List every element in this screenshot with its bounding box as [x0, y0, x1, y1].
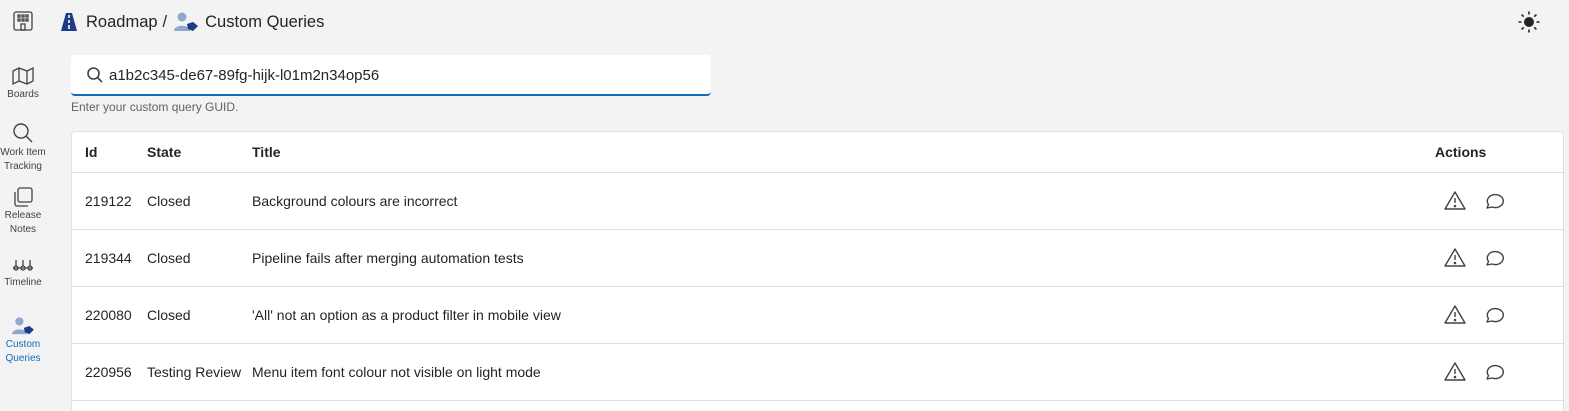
- row-title: Pipeline fails after merging automation …: [252, 250, 524, 266]
- comment-button[interactable]: [1483, 303, 1507, 327]
- row-state: Closed: [147, 193, 191, 209]
- report-issue-button[interactable]: [1443, 360, 1467, 384]
- sidebar-item-label: Boards: [7, 89, 39, 100]
- theme-toggle-button[interactable]: [1517, 10, 1541, 34]
- table-row[interactable]: 219122 Closed Background colours are inc…: [72, 173, 1563, 230]
- sidebar-item-label: Work Item Tracking: [0, 147, 46, 172]
- column-header-actions: Actions: [1435, 144, 1487, 160]
- warning-icon: [1444, 191, 1466, 210]
- table-row[interactable]: 220080 Closed 'All' not an option as a p…: [72, 287, 1563, 344]
- breadcrumb: Roadmap / Custom Queries: [58, 10, 324, 34]
- map-icon: [12, 66, 34, 86]
- comment-button[interactable]: [1483, 246, 1507, 270]
- custom-queries-icon: [12, 317, 34, 335]
- report-issue-button[interactable]: [1443, 246, 1467, 270]
- table-header-row: Id State Title Actions: [72, 132, 1563, 173]
- sidebar-item-timeline[interactable]: Timeline: [0, 258, 46, 290]
- app-building-icon[interactable]: [12, 10, 34, 32]
- row-id: 220080: [85, 307, 132, 323]
- table-row[interactable]: 219344 Closed Pipeline fails after mergi…: [72, 230, 1563, 287]
- breadcrumb-label: Roadmap: [86, 12, 158, 31]
- column-header-title[interactable]: Title: [252, 144, 281, 160]
- search-icon: [13, 123, 33, 143]
- report-issue-button[interactable]: [1443, 189, 1467, 213]
- column-header-state[interactable]: State: [147, 144, 181, 160]
- comment-icon: [1486, 193, 1504, 209]
- row-state: Closed: [147, 307, 191, 323]
- row-title: 'All' not an option as a product filter …: [252, 307, 561, 323]
- comment-button[interactable]: [1483, 189, 1507, 213]
- sidebar-item-boards[interactable]: Boards: [0, 66, 46, 102]
- sun-icon: [1518, 11, 1540, 33]
- column-header-id[interactable]: Id: [85, 144, 97, 160]
- table-row[interactable]: 220956 Testing Review Menu item font col…: [72, 344, 1563, 401]
- row-state: Testing Review: [147, 364, 242, 380]
- notes-icon: [14, 187, 33, 207]
- row-title: Menu item font colour not visible on lig…: [252, 364, 541, 380]
- warning-icon: [1444, 305, 1466, 324]
- row-id: 219344: [85, 250, 132, 266]
- sidebar-item-custom-queries[interactable]: Custom Queries: [0, 316, 46, 366]
- search-input[interactable]: [109, 63, 699, 87]
- report-issue-button[interactable]: [1443, 303, 1467, 327]
- comment-button[interactable]: [1483, 360, 1507, 384]
- timeline-icon: [13, 260, 33, 271]
- warning-icon: [1444, 248, 1466, 267]
- warning-icon: [1444, 362, 1466, 381]
- breadcrumb-custom-queries[interactable]: Custom Queries: [173, 11, 324, 33]
- roadmap-icon: [61, 13, 77, 31]
- comment-icon: [1486, 307, 1504, 323]
- sidebar-item-label: Timeline: [4, 277, 42, 288]
- row-state: Closed: [147, 250, 191, 266]
- sidebar-item-work-item-tracking[interactable]: Work Item Tracking: [0, 122, 46, 174]
- sidebar-item-label: Custom Queries: [5, 339, 41, 364]
- query-guid-search: [71, 55, 711, 96]
- row-id: 219122: [85, 193, 132, 209]
- custom-queries-icon: [174, 12, 199, 31]
- search-icon: [87, 67, 103, 83]
- breadcrumb-label: Custom Queries: [205, 12, 325, 31]
- comment-icon: [1486, 364, 1504, 380]
- sidebar-item-label: Release Notes: [4, 210, 42, 235]
- sidebar-item-release-notes[interactable]: Release Notes: [0, 187, 46, 237]
- results-table: Id State Title Actions 219122 Closed Bac…: [71, 131, 1564, 411]
- search-hint: Enter your custom query GUID.: [71, 100, 239, 114]
- breadcrumb-roadmap[interactable]: Roadmap: [58, 12, 158, 32]
- row-id: 220956: [85, 364, 132, 380]
- row-title: Background colours are incorrect: [252, 193, 458, 209]
- comment-icon: [1486, 250, 1504, 266]
- breadcrumb-separator: /: [162, 12, 168, 31]
